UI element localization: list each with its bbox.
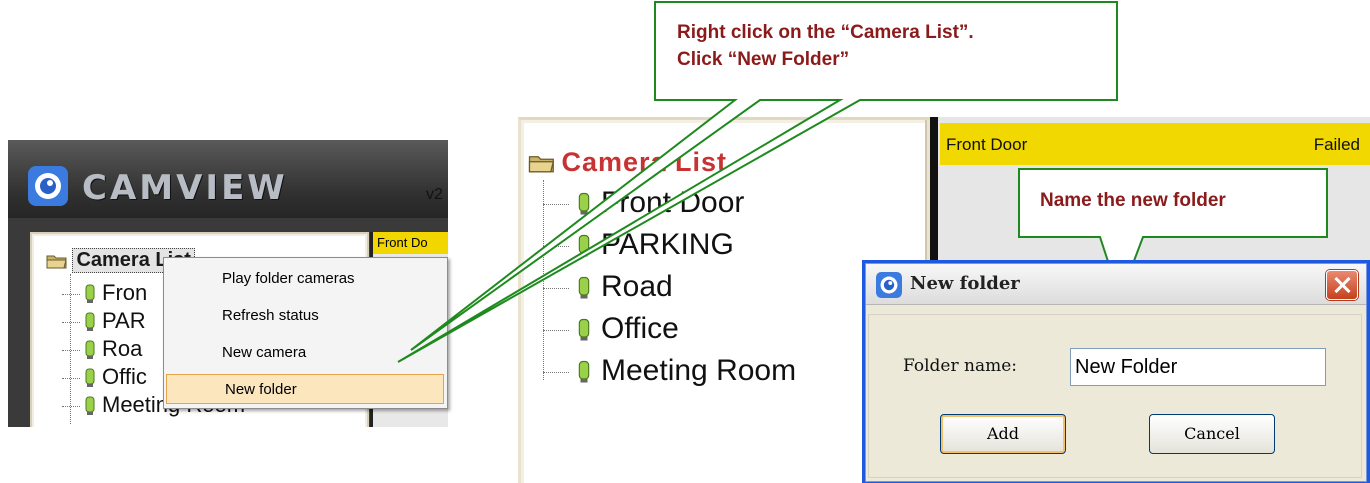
add-button[interactable]: Add — [940, 414, 1066, 454]
dialog-title: New folder — [910, 273, 1020, 294]
callout-instruction-line2: Click “New Folder” — [677, 49, 850, 70]
camview-app-icon — [876, 272, 902, 298]
cancel-button[interactable]: Cancel — [1149, 414, 1275, 454]
folder-name-label: Folder name: — [903, 356, 1018, 376]
close-button[interactable] — [1326, 270, 1358, 300]
new-folder-dialog: New folder Folder name: New Folder Add C… — [865, 263, 1367, 482]
callout-name-folder: Name the new folder — [1040, 190, 1226, 211]
callout-instruction-line1: Right click on the “Camera List”. — [677, 22, 974, 43]
folder-name-input[interactable]: New Folder — [1070, 348, 1326, 386]
dialog-titlebar[interactable]: New folder — [866, 264, 1366, 305]
